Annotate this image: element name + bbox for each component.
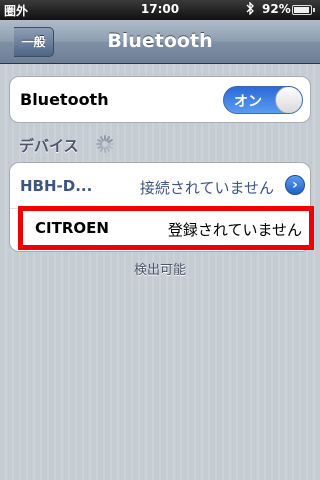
devices-list: HBH-D... 接続されていません › CITROEN 登録されていません bbox=[9, 162, 314, 253]
device-row[interactable]: HBH-D... 接続されていません › bbox=[10, 163, 310, 208]
device-status: 接続されていません bbox=[139, 179, 274, 197]
highlight-box[interactable]: CITROEN 登録されていません bbox=[18, 206, 314, 250]
toggle-on-label: オン bbox=[234, 94, 262, 110]
device-status: 登録されていません bbox=[167, 221, 302, 239]
bluetooth-label: Bluetooth bbox=[20, 90, 109, 109]
toggle-knob bbox=[275, 87, 302, 113]
device-row-citroen[interactable]: CITROEN 登録されていません bbox=[10, 206, 314, 253]
navigation-bar: 一般 Bluetooth bbox=[0, 20, 320, 64]
device-name: CITROEN bbox=[35, 219, 109, 237]
bluetooth-row: Bluetooth オン bbox=[10, 77, 310, 122]
bluetooth-icon bbox=[246, 1, 255, 18]
discoverable-label: 検出可能 bbox=[133, 263, 186, 278]
status-bar: 圏外 17:00 92% bbox=[0, 0, 320, 20]
bluetooth-settings-group: Bluetooth オン bbox=[9, 76, 311, 123]
battery-icon bbox=[292, 5, 315, 15]
bluetooth-toggle[interactable]: オン bbox=[223, 86, 303, 114]
device-name: HBH-D... bbox=[20, 177, 93, 195]
page-title: Bluetooth bbox=[107, 30, 213, 52]
spinner-icon bbox=[96, 135, 114, 153]
battery-percent: 92% bbox=[262, 2, 291, 16]
devices-section-header: デバイス bbox=[19, 137, 79, 155]
disclosure-arrow-icon[interactable]: › bbox=[285, 175, 305, 195]
